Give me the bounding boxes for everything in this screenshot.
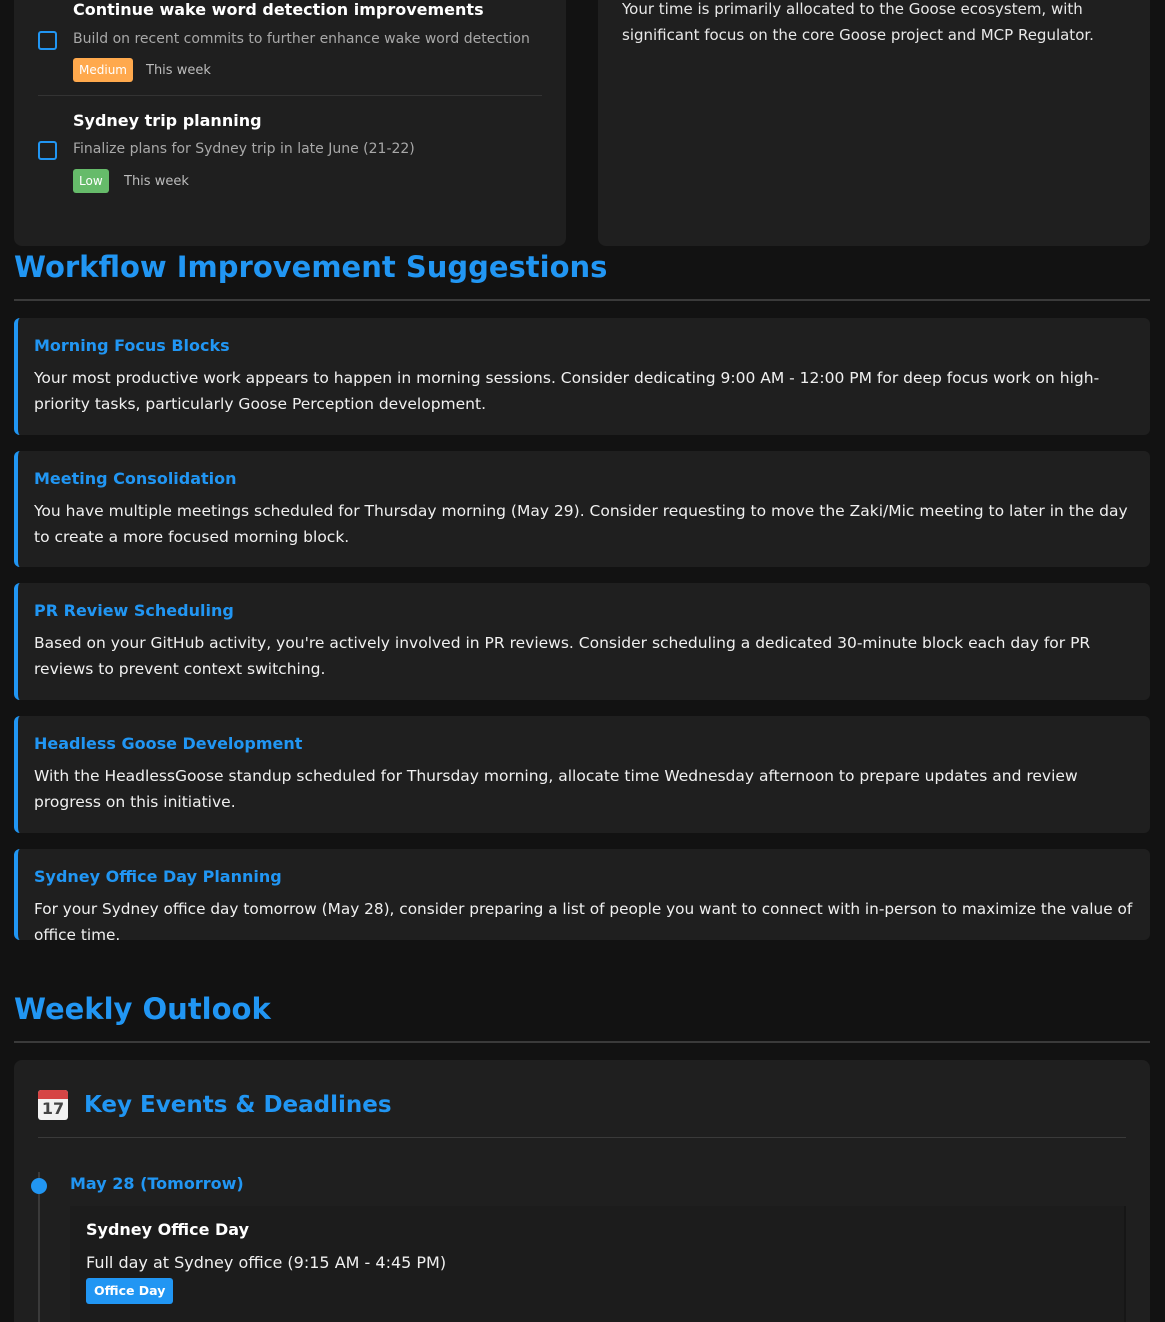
- suggestion-body: You have multiple meetings scheduled for…: [34, 502, 1128, 546]
- suggestion-title: PR Review Scheduling: [34, 601, 234, 620]
- task-due: This week: [146, 63, 211, 78]
- tasks-card: Continue wake word detection improvement…: [14, 0, 566, 246]
- workflow-section-title: Workflow Improvement Suggestions: [14, 250, 608, 284]
- suggestion-card: Morning Focus Blocks Your most productiv…: [14, 318, 1150, 435]
- task-title: Sydney trip planning: [73, 111, 262, 130]
- task-checkbox[interactable]: [38, 31, 57, 50]
- event-item: Sydney Office Day Full day at Sydney off…: [70, 1206, 1126, 1322]
- suggestion-card: Meeting Consolidation You have multiple …: [14, 451, 1150, 567]
- event-name: Sydney Office Day: [86, 1220, 250, 1239]
- calendar-icon: 17: [38, 1090, 68, 1120]
- event-description: Full day at Sydney office (9:15 AM - 4:4…: [86, 1253, 447, 1272]
- suggestion-card: Sydney Office Day Planning For your Sydn…: [14, 849, 1150, 944]
- suggestion-body: For your Sydney office day tomorrow (May…: [34, 900, 1133, 944]
- event-date: May 28 (Tomorrow): [70, 1174, 244, 1193]
- priority-badge: Medium: [73, 58, 133, 82]
- priority-badge: Low: [73, 169, 109, 193]
- events-title: Key Events & Deadlines: [84, 1092, 392, 1118]
- task-due: This week: [124, 174, 189, 189]
- task-title: Continue wake word detection improvement…: [73, 0, 484, 19]
- suggestion-card: PR Review Scheduling Based on your GitHu…: [14, 583, 1150, 700]
- suggestion-title: Headless Goose Development: [34, 734, 303, 753]
- suggestion-card: Headless Goose Development With the Head…: [14, 716, 1150, 833]
- suggestion-title: Sydney Office Day Planning: [34, 867, 282, 886]
- calendar-icon-day: 17: [41, 1099, 65, 1118]
- suggestion-body: Your most productive work appears to hap…: [34, 369, 1100, 413]
- key-events-card: 17 Key Events & Deadlines May 28 (Tomorr…: [14, 1060, 1150, 1322]
- allocation-summary: Your time is primarily allocated to the …: [622, 0, 1094, 44]
- suggestion-title: Meeting Consolidation: [34, 469, 237, 488]
- suggestion-body: With the HeadlessGoose standup scheduled…: [34, 767, 1078, 811]
- task-description: Finalize plans for Sydney trip in late J…: [73, 141, 415, 157]
- time-allocation-card: Your time is primarily allocated to the …: [598, 0, 1150, 246]
- suggestion-body: Based on your GitHub activity, you're ac…: [34, 634, 1091, 678]
- suggestion-title: Morning Focus Blocks: [34, 336, 230, 355]
- event-tag: Office Day: [86, 1278, 174, 1304]
- timeline-dot: [31, 1178, 47, 1194]
- timeline-line: [38, 1172, 40, 1322]
- events-heading: 17 Key Events & Deadlines: [38, 1090, 392, 1120]
- task-divider: [38, 95, 542, 96]
- task-checkbox[interactable]: [38, 141, 57, 160]
- events-divider: [38, 1137, 1126, 1138]
- section-divider: [14, 1041, 1150, 1043]
- section-divider: [14, 299, 1150, 301]
- task-description: Build on recent commits to further enhan…: [73, 31, 530, 47]
- weekly-outlook-title: Weekly Outlook: [14, 992, 271, 1026]
